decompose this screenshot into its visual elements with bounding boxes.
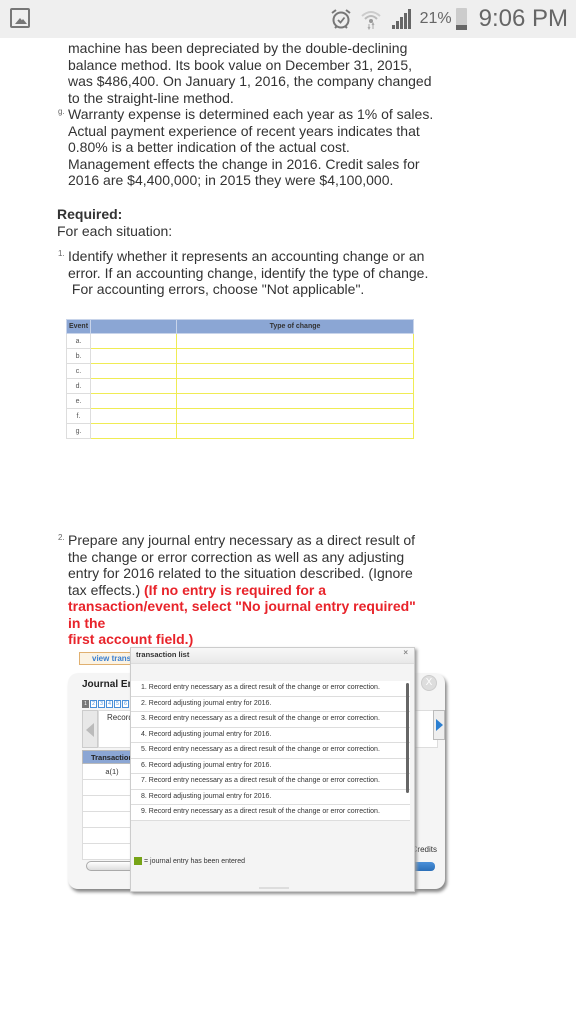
- list-item[interactable]: 1. Record entry necessary as a direct re…: [131, 681, 410, 697]
- wifi-icon: [360, 11, 381, 30]
- event-label: e.: [66, 393, 91, 409]
- list-item[interactable]: 9. Record entry necessary as a direct re…: [131, 805, 410, 821]
- legend: = journal entry has been entered: [134, 857, 245, 865]
- battery-icon: [455, 8, 467, 30]
- resize-handle[interactable]: [259, 887, 289, 889]
- list-item[interactable]: 3. Record entry necessary as a direct re…: [131, 712, 410, 728]
- change-select[interactable]: [90, 408, 177, 424]
- page-tab[interactable]: 4: [106, 700, 113, 708]
- table-row: g.: [66, 423, 414, 439]
- question-1-text: Identify whether it represents an accoun…: [68, 248, 429, 297]
- situation-f-text: machine has been depreciated by the doub…: [68, 40, 432, 106]
- popup-header: transaction list ×: [131, 648, 414, 664]
- transaction-list-popup: transaction list × 1. Record entry neces…: [130, 647, 415, 892]
- list-item[interactable]: 4. Record adjusting journal entry for 20…: [131, 728, 410, 743]
- close-icon[interactable]: X: [421, 675, 437, 691]
- situation-g-marker: g.: [58, 107, 65, 116]
- event-header: Event: [66, 319, 91, 334]
- event-label: f.: [66, 408, 91, 424]
- table-row: a.: [66, 333, 414, 349]
- event-label: d.: [66, 378, 91, 394]
- table-row: e.: [66, 393, 414, 409]
- page-tab[interactable]: 3: [98, 700, 105, 708]
- situation-g-text: Warranty expense is determined each year…: [68, 106, 434, 188]
- type-select[interactable]: [176, 363, 414, 379]
- change-type-table: Event Type of change a. b. c. d. e. f. g…: [66, 319, 414, 439]
- instruction-note: first account field.): [68, 631, 194, 647]
- event-label: c.: [66, 363, 91, 379]
- change-select[interactable]: [90, 363, 177, 379]
- list-item[interactable]: 7. Record entry necessary as a direct re…: [131, 774, 410, 790]
- clock: 9:06 PM: [478, 5, 568, 32]
- question-1-marker: 1.: [58, 249, 65, 258]
- required-heading: Required:: [57, 206, 123, 222]
- popup-title: transaction list: [136, 650, 190, 659]
- question-2-text: Prepare any journal entry necessary as a…: [68, 532, 428, 648]
- battery-percent: 21%: [419, 10, 452, 27]
- page-tab[interactable]: 5: [114, 700, 121, 708]
- change-header: [90, 319, 177, 334]
- change-select[interactable]: [90, 333, 177, 349]
- type-select[interactable]: [176, 348, 414, 364]
- question-2-marker: 2.: [58, 533, 65, 542]
- type-select[interactable]: [176, 408, 414, 424]
- scrollbar[interactable]: [406, 683, 409, 793]
- page-tabs: 1 2 3 4 5 6: [82, 700, 129, 708]
- page-tab[interactable]: 6: [122, 700, 129, 708]
- table-row: d.: [66, 378, 414, 394]
- table-row: c.: [66, 363, 414, 379]
- list-item[interactable]: 8. Record adjusting journal entry for 20…: [131, 790, 410, 805]
- list-item[interactable]: 2. Record adjusting journal entry for 20…: [131, 697, 410, 712]
- table-row: f.: [66, 408, 414, 424]
- list-item[interactable]: 6. Record adjusting journal entry for 20…: [131, 759, 410, 774]
- next-arrow-icon[interactable]: [433, 710, 445, 740]
- signal-icon: [391, 9, 411, 29]
- list-item[interactable]: 5. Record entry necessary as a direct re…: [131, 743, 410, 759]
- page-tab[interactable]: 1: [82, 700, 89, 708]
- status-bar: 21% 9:06 PM: [0, 0, 576, 38]
- page-tab[interactable]: 2: [90, 700, 97, 708]
- legend-text: = journal entry has been entered: [144, 857, 245, 865]
- change-select[interactable]: [90, 423, 177, 439]
- change-select[interactable]: [90, 393, 177, 409]
- type-select[interactable]: [176, 333, 414, 349]
- type-select[interactable]: [176, 393, 414, 409]
- previous-arrow-icon[interactable]: [82, 710, 98, 748]
- event-label: g.: [66, 423, 91, 439]
- instruction-note: (If no entry is required for a: [140, 581, 327, 598]
- alarm-icon: [330, 9, 351, 29]
- entered-swatch-icon: [134, 857, 142, 865]
- gallery-icon: [10, 8, 30, 28]
- close-icon[interactable]: ×: [403, 646, 408, 660]
- instruction-note: transaction/event, select "No journal en…: [68, 598, 416, 631]
- table-row: b.: [66, 348, 414, 364]
- change-select[interactable]: [90, 348, 177, 364]
- event-label: a.: [66, 333, 91, 349]
- credits-header: Credits: [411, 845, 437, 854]
- change-select[interactable]: [90, 378, 177, 394]
- required-subheading: For each situation:: [57, 223, 173, 239]
- type-of-change-header: Type of change: [176, 319, 414, 334]
- type-select[interactable]: [176, 423, 414, 439]
- transaction-list: 1. Record entry necessary as a direct re…: [131, 681, 410, 821]
- type-select[interactable]: [176, 378, 414, 394]
- event-label: b.: [66, 348, 91, 364]
